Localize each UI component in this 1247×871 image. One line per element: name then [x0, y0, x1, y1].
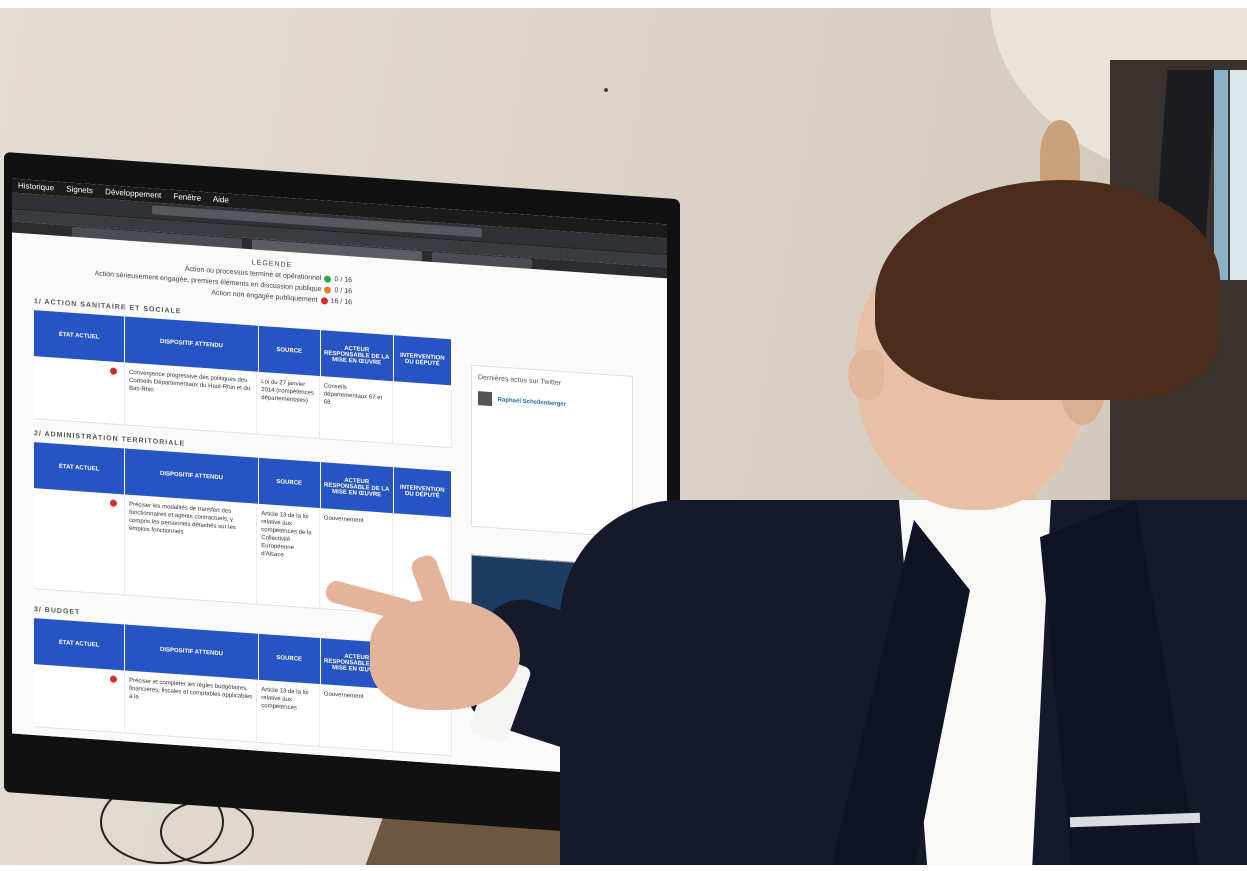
person-nose	[848, 350, 884, 400]
status-red-dot	[110, 367, 118, 375]
status-orange-dot	[324, 286, 332, 294]
status-table: ÉTAT ACTUEL DISPOSITIF ATTENDU SOURCE AC…	[34, 442, 452, 619]
menu-item-fenetre[interactable]: Fenêtre	[173, 192, 201, 203]
section-title: 3/ BUDGET	[34, 606, 81, 617]
twitter-widget: Dernières actus sur Twitter Raphaël Sche…	[471, 364, 633, 538]
photo-border	[0, 865, 1247, 871]
menu-item-aide[interactable]: Aide	[213, 195, 229, 205]
status-red-dot	[110, 499, 118, 507]
status-red-dot	[110, 675, 118, 683]
status-table: ÉTAT ACTUEL DISPOSITIF ATTENDU SOURCE AC…	[34, 310, 452, 449]
binder	[1214, 70, 1228, 280]
menu-item-developpement[interactable]: Développement	[105, 187, 161, 200]
menu-item-signets[interactable]: Signets	[66, 184, 93, 195]
menu-item-historique[interactable]: Historique	[18, 181, 54, 193]
status-green-dot	[324, 275, 332, 283]
cable	[160, 800, 254, 864]
avatar	[478, 391, 492, 407]
photo-border	[0, 0, 1247, 8]
wall-nail	[604, 88, 608, 92]
binder	[1230, 70, 1247, 280]
status-red-dot	[320, 296, 328, 305]
